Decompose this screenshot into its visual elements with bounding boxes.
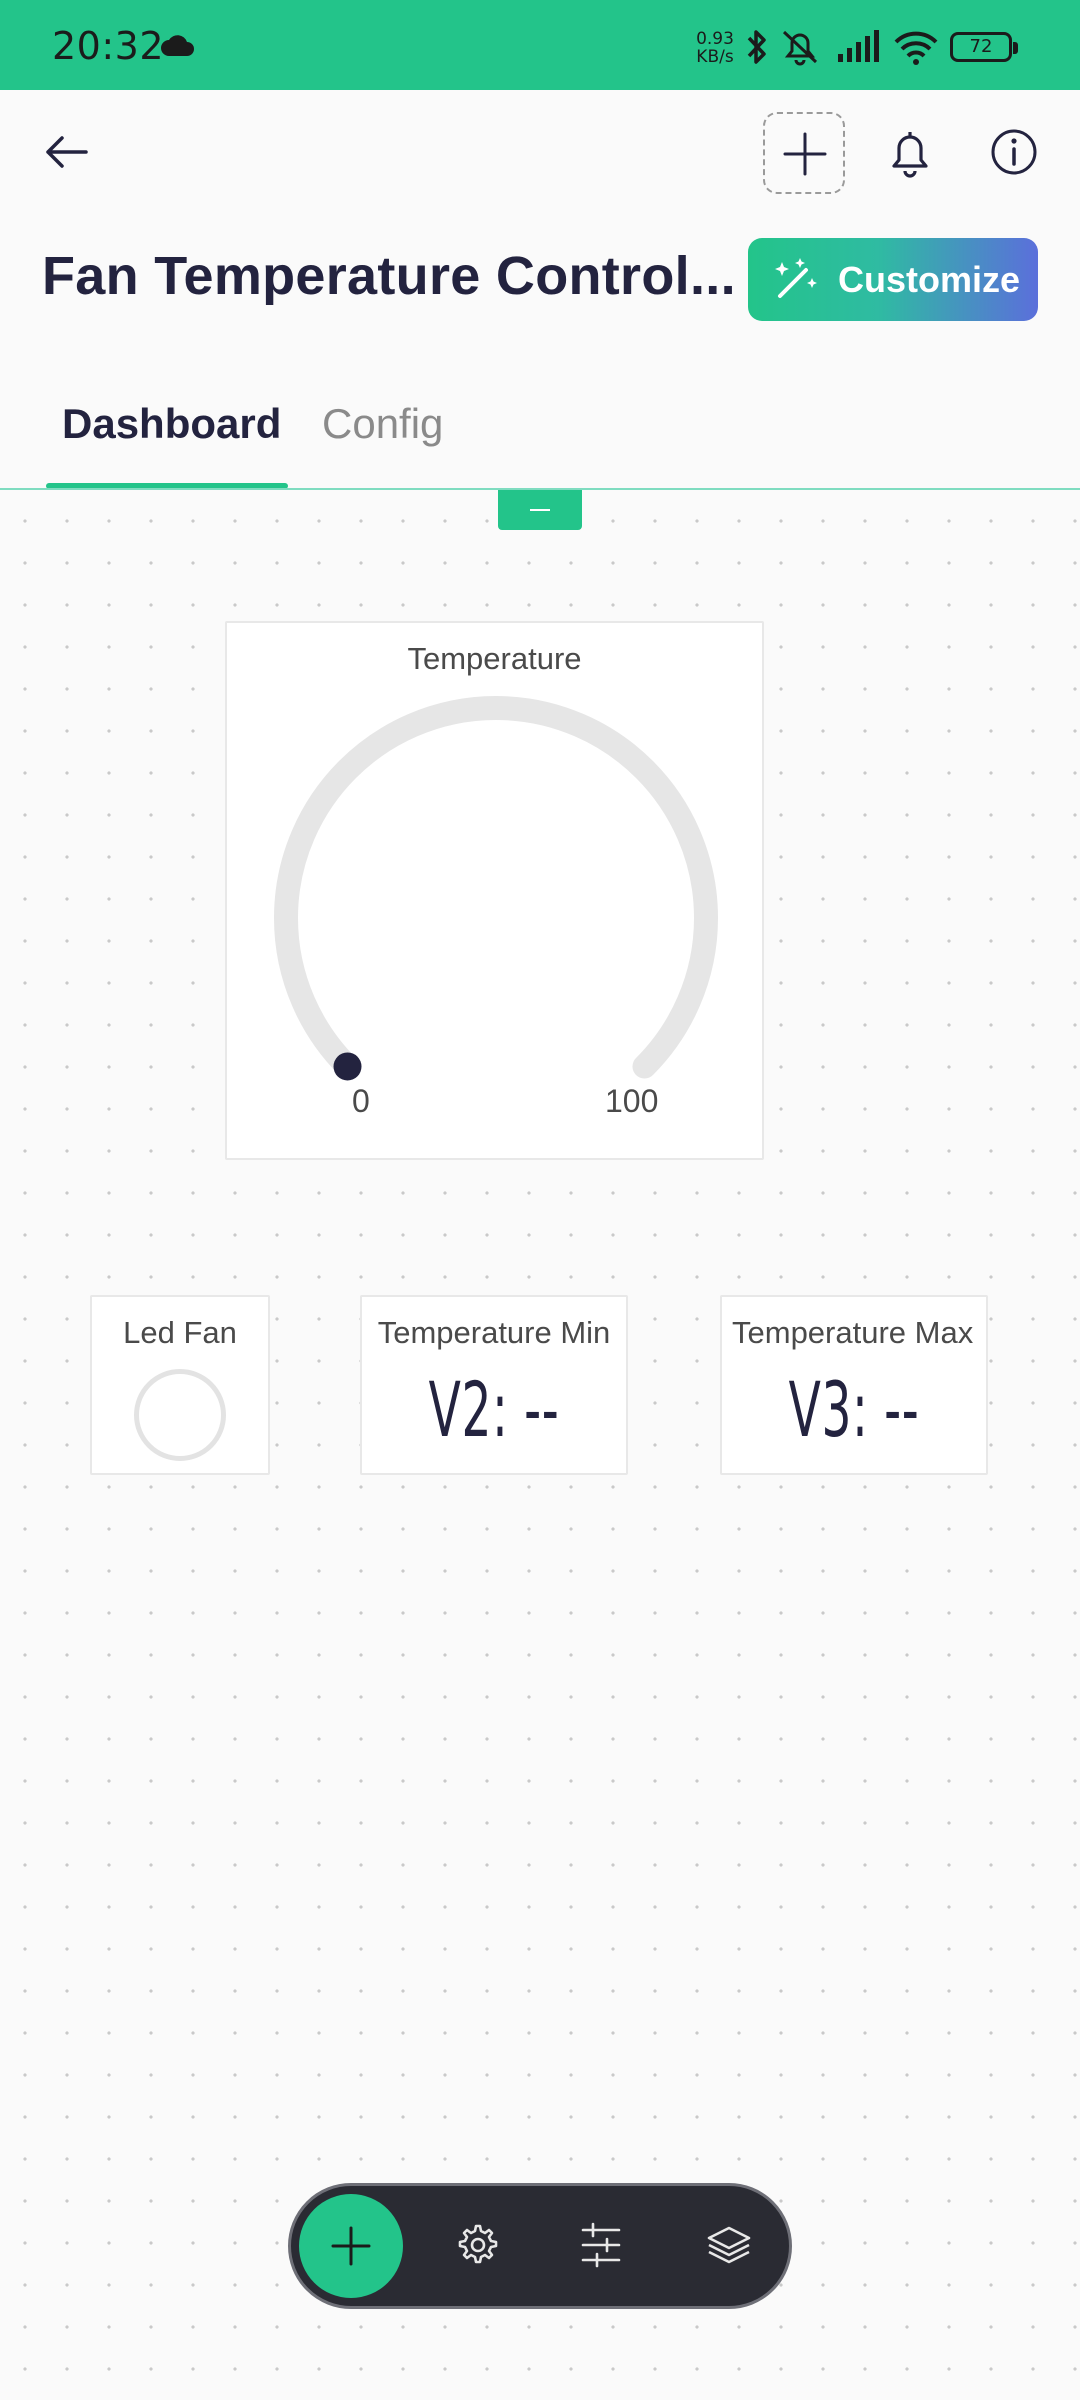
- widget-title: Temperature Max: [732, 1315, 974, 1350]
- led-widget-fan[interactable]: Led Fan: [90, 1295, 270, 1475]
- gauge-dial: [274, 696, 718, 1081]
- add-button[interactable]: [299, 2194, 403, 2298]
- widget-title: Temperature Min: [377, 1315, 611, 1350]
- value-widget-temperature-max[interactable]: Temperature Max V3: --: [720, 1295, 988, 1475]
- network-rate-value: 0.93: [696, 29, 734, 49]
- magic-wand-icon: [775, 258, 817, 298]
- widget-title: Led Fan: [123, 1315, 237, 1350]
- widget-value: V3: --: [788, 1365, 920, 1454]
- gauge-track: [274, 696, 718, 1079]
- tab-config[interactable]: Config: [322, 400, 443, 448]
- cloud-icon: [161, 35, 194, 56]
- gear-icon[interactable]: [453, 2222, 499, 2268]
- gauge-max-label: 100: [605, 1083, 659, 1119]
- bottom-toolbar: [288, 2183, 792, 2309]
- customize-label: Customize: [838, 259, 1021, 300]
- network-rate-unit: KB/s: [696, 47, 734, 67]
- gauge-value-indicator: [333, 1052, 362, 1081]
- gauge-widget-temperature[interactable]: Temperature 0 100: [225, 621, 764, 1160]
- value-widget-temperature-min[interactable]: Temperature Min V2: --: [360, 1295, 628, 1475]
- tab-dashboard[interactable]: Dashboard: [62, 400, 281, 448]
- back-arrow-icon[interactable]: [42, 132, 90, 172]
- plus-icon: [331, 2226, 371, 2266]
- status-bar: 20:32 0.93 KB/s 72: [0, 0, 1080, 90]
- wifi-icon: [894, 31, 938, 65]
- page-title: Fan Temperature Control...: [42, 246, 736, 306]
- signal-icon: [838, 30, 879, 62]
- bell-icon[interactable]: [886, 128, 934, 180]
- gauge-min-label: 0: [352, 1083, 370, 1119]
- info-icon[interactable]: [990, 128, 1038, 176]
- widget-value: V2: --: [428, 1365, 560, 1454]
- add-widget-button[interactable]: [763, 112, 845, 194]
- collapse-handle[interactable]: [498, 490, 582, 530]
- network-rate: 0.93 KB/s: [690, 30, 740, 66]
- customize-button[interactable]: Customize: [748, 238, 1038, 321]
- layers-icon[interactable]: [705, 2222, 753, 2268]
- battery-indicator: 72: [950, 32, 1018, 62]
- led-indicator: [134, 1369, 226, 1461]
- sliders-icon[interactable]: [579, 2222, 625, 2268]
- mute-bell-icon: [782, 30, 818, 66]
- plus-icon: [783, 132, 827, 176]
- status-time: 20:32: [52, 24, 165, 68]
- bluetooth-icon: [747, 30, 766, 64]
